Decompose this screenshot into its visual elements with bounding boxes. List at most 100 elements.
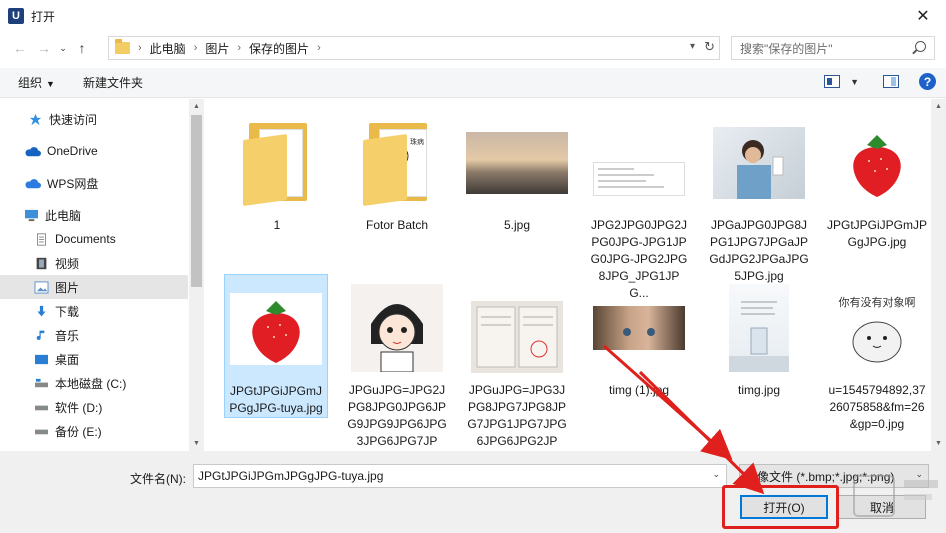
- desktop-icon: [35, 354, 48, 364]
- music-icon: [36, 330, 45, 340]
- cloud-icon: [25, 178, 41, 188]
- folder-icon: [115, 39, 130, 54]
- file-name: u=1545794892,3726075858&fm=26&gp=0.jpg: [828, 383, 926, 431]
- file-name: JPGtJPGiJPGmJPGgJPG-tuya.jpg: [229, 384, 323, 415]
- image-thumbnail: [230, 293, 322, 365]
- arrow-up-icon[interactable]: ↑: [70, 36, 94, 60]
- sidebar-item-desktop[interactable]: 桌面: [0, 347, 188, 371]
- sidebar-item-downloads[interactable]: 下载: [0, 299, 188, 323]
- caret-down-icon[interactable]: ▼: [850, 77, 859, 87]
- sidebar-scrollbar[interactable]: ▲ ▼: [189, 99, 204, 451]
- drive-icon: [35, 405, 48, 410]
- address-bar[interactable]: › 此电脑 › 图片 › 保存的图片 › ▾ ↻: [108, 36, 720, 60]
- file-item-timg-1[interactable]: timg (1).jpg: [587, 274, 691, 399]
- view-mode-icon[interactable]: [824, 75, 841, 88]
- sidebar-item-music[interactable]: 音乐: [0, 323, 188, 347]
- image-thumbnail: [713, 127, 805, 199]
- highlight-box: [722, 485, 839, 529]
- scroll-down-icon[interactable]: ▼: [189, 436, 204, 451]
- chevron-right-icon[interactable]: ›: [317, 42, 321, 54]
- image-thumbnail: 你有没有对象啊: [831, 284, 923, 372]
- sidebar-item-label: 备份 (E:): [55, 424, 102, 439]
- file-name: timg (1).jpg: [608, 383, 670, 397]
- image-thumbnail: [466, 132, 568, 194]
- organize-label: 组织: [18, 76, 43, 90]
- chevron-right-icon[interactable]: ›: [194, 42, 198, 54]
- breadcrumb-saved-pictures[interactable]: 保存的图片: [249, 40, 309, 57]
- scroll-down-icon[interactable]: ▼: [931, 436, 946, 451]
- organize-button[interactable]: 组织 ▼: [18, 74, 55, 91]
- scroll-thumb[interactable]: [191, 115, 202, 287]
- sidebar-item-label: 此电脑: [45, 208, 82, 223]
- sidebar-item-label: 本地磁盘 (C:): [55, 376, 127, 391]
- file-item-folder-1[interactable]: 1: [225, 109, 329, 234]
- file-name: timg.jpg: [737, 383, 781, 397]
- picture-icon: [34, 280, 49, 294]
- sidebar-item-onedrive[interactable]: OneDrive: [0, 139, 188, 163]
- document-icon: [37, 232, 46, 246]
- sidebar-item-label: 图片: [55, 280, 80, 295]
- thumb-caption: 珠病: [410, 137, 424, 146]
- arrow-right-icon[interactable]: →: [32, 36, 56, 60]
- sidebar-item-label: 下载: [55, 304, 80, 319]
- file-item-5jpg[interactable]: 5.jpg: [465, 109, 569, 234]
- help-icon[interactable]: ?: [919, 73, 936, 90]
- sidebar-item-wps-cloud[interactable]: WPS网盘: [0, 171, 188, 195]
- preview-pane-icon[interactable]: [883, 75, 899, 88]
- filename-label: 文件名(N):: [130, 472, 186, 486]
- cloud-icon: [25, 146, 41, 156]
- sidebar-item-pictures[interactable]: 图片: [0, 275, 188, 299]
- watermark-logo: [853, 475, 938, 517]
- star-icon: [29, 113, 42, 125]
- sidebar-item-documents[interactable]: Documents: [0, 227, 188, 251]
- navigation-pane: 快速访问 OneDrive WPS网盘 此电脑 Documents 视频 图片 …: [0, 99, 204, 451]
- folder-icon: 珠病: [363, 123, 431, 207]
- sidebar-item-videos[interactable]: 视频: [0, 251, 188, 275]
- image-thumbnail: [351, 284, 443, 372]
- image-thumbnail: [831, 127, 923, 199]
- filename-field[interactable]: JPGtJPGiJPGmJPGgJPG-tuya.jpg ⌄: [193, 464, 727, 488]
- sidebar-item-label: 音乐: [55, 328, 80, 343]
- file-item-jpgajpg[interactable]: JPGaJPG0JPG8JPG1JPG7JPGaJPGdJPG2JPGaJPG5…: [707, 109, 811, 285]
- file-item-tuya[interactable]: JPGtJPGiJPGmJPGgJPG-tuya.jpg: [224, 274, 328, 418]
- chevron-down-icon[interactable]: ⌄: [56, 36, 70, 60]
- thumb-caption: 你有没有对象啊: [839, 295, 916, 309]
- image-thumbnail: [471, 301, 563, 373]
- arrow-left-icon[interactable]: ←: [8, 36, 32, 60]
- chevron-down-icon[interactable]: ▾: [690, 41, 695, 52]
- content-scrollbar[interactable]: ▲ ▼: [931, 99, 946, 451]
- refresh-icon[interactable]: ↻: [704, 39, 715, 55]
- sidebar-item-label: 快速访问: [49, 112, 98, 127]
- breadcrumb-this-pc[interactable]: 此电脑: [150, 40, 186, 57]
- sidebar-item-label: 视频: [55, 256, 80, 271]
- search-icon[interactable]: [915, 41, 926, 52]
- breadcrumb-pictures[interactable]: 图片: [205, 40, 229, 57]
- file-list: 1 珠病 Fotor Batch 5.jpg JPG2JPG0JPG2JPG0J…: [205, 99, 946, 465]
- file-item-jpgujpg-2[interactable]: JPGuJPG=JPG3JPG8JPG7JPG8JPG7JPG1JPG7JPG6…: [465, 274, 569, 467]
- file-item-jpgujpg-1[interactable]: JPGuJPG=JPG2JPG8JPG0JPG6JPG9JPG9JPG6JPG3…: [345, 274, 449, 467]
- new-folder-button[interactable]: 新建文件夹: [83, 74, 143, 91]
- file-item-timg[interactable]: timg.jpg: [707, 274, 811, 399]
- sidebar-item-quick-access[interactable]: 快速访问: [0, 107, 188, 131]
- file-item-folder-fotor[interactable]: 珠病 Fotor Batch: [345, 109, 449, 234]
- search-input[interactable]: 搜索"保存的图片": [731, 36, 935, 60]
- close-icon[interactable]: ✕: [900, 0, 946, 32]
- sidebar-item-drive-e[interactable]: 备份 (E:): [0, 419, 188, 443]
- sidebar-item-drive-c[interactable]: 本地磁盘 (C:): [0, 371, 188, 395]
- file-item-jpgtjpg[interactable]: JPGtJPGiJPGmJPGgJPG.jpg: [825, 109, 929, 251]
- file-item-u-1545794892[interactable]: 你有没有对象啊 u=1545794892,3726075858&fm=26&gp…: [825, 274, 929, 433]
- chevron-down-icon[interactable]: ⌄: [712, 469, 720, 480]
- chevron-right-icon[interactable]: ›: [138, 42, 142, 54]
- address-row: ← → ⌄ ↑ › 此电脑 › 图片 › 保存的图片 › ▾ ↻ 搜索"保存的图…: [0, 32, 946, 64]
- file-name: Fotor Batch: [365, 218, 429, 232]
- scroll-up-icon[interactable]: ▲: [931, 99, 946, 114]
- filename-value: JPGtJPGiJPGmJPGgJPG-tuya.jpg: [198, 469, 384, 483]
- chevron-right-icon[interactable]: ›: [237, 42, 241, 54]
- file-name: JPGtJPGiJPGmJPGgJPG.jpg: [827, 218, 928, 249]
- scroll-up-icon[interactable]: ▲: [189, 99, 204, 114]
- sidebar-item-drive-d[interactable]: 软件 (D:): [0, 395, 188, 419]
- download-icon: [37, 305, 46, 316]
- sidebar-item-label: 软件 (D:): [55, 400, 103, 415]
- sidebar-item-this-pc[interactable]: 此电脑: [0, 203, 188, 227]
- image-thumbnail: [593, 306, 685, 350]
